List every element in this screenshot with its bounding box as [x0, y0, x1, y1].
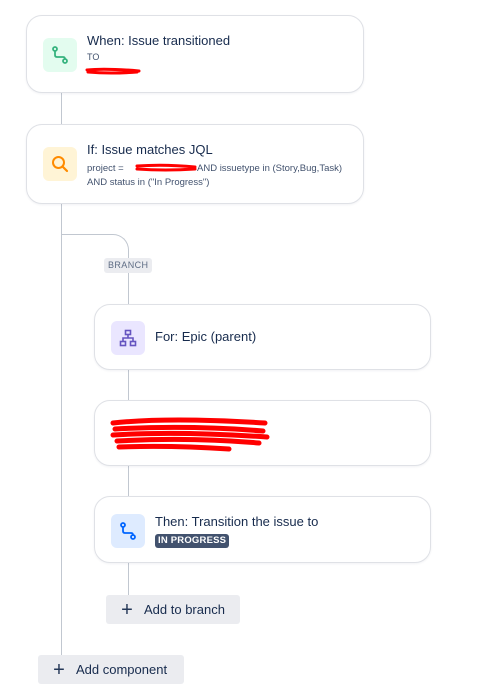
- branch-for-card[interactable]: For: Epic (parent): [94, 304, 431, 370]
- transition-icon: [111, 514, 145, 548]
- plus-icon: +: [121, 598, 133, 621]
- branch-tag: BRANCH: [104, 258, 153, 273]
- add-to-branch-label: Add to branch: [144, 602, 225, 617]
- search-icon: [43, 147, 77, 181]
- main-connector-line: [61, 92, 62, 124]
- branch-connector-line: [128, 369, 129, 401]
- condition-title: If: Issue matches JQL: [87, 142, 213, 157]
- add-to-branch-button[interactable]: + Add to branch: [106, 595, 240, 624]
- trigger-detail-label: TO: [87, 52, 100, 62]
- action-title: Then: Transition the issue to: [155, 514, 319, 529]
- main-connector-line: [61, 203, 62, 655]
- branch-connector-line: [128, 465, 129, 497]
- transition-action-card[interactable]: Then: Transition the issue to IN PROGRES…: [94, 496, 431, 563]
- redaction-mark: [135, 163, 197, 172]
- redacted-component-card[interactable]: [94, 400, 431, 466]
- add-component-button[interactable]: + Add component: [38, 655, 184, 684]
- jql-line1-suffix: AND issuetype in (Story,Bug,Task): [197, 163, 343, 174]
- plus-icon: +: [53, 658, 65, 681]
- trigger-title: When: Issue transitioned: [87, 33, 231, 48]
- jql-condition-card[interactable]: If: Issue matches JQL project = AND issu…: [26, 124, 364, 204]
- branch-connector-line: [61, 234, 129, 250]
- add-component-label: Add component: [76, 662, 168, 677]
- jql-line2: AND status in ("In Progress"): [87, 177, 210, 188]
- redaction-mark: [110, 417, 270, 452]
- hierarchy-icon: [111, 321, 145, 355]
- trigger-card[interactable]: When: Issue transitioned TO: [26, 15, 364, 93]
- transition-icon: [43, 38, 77, 72]
- redaction-mark: [85, 67, 141, 75]
- branch-for-title: For: Epic (parent): [155, 329, 257, 344]
- branch-connector-line: [128, 562, 129, 596]
- status-lozenge: IN PROGRESS: [155, 534, 230, 548]
- jql-line1-prefix: project =: [87, 163, 124, 174]
